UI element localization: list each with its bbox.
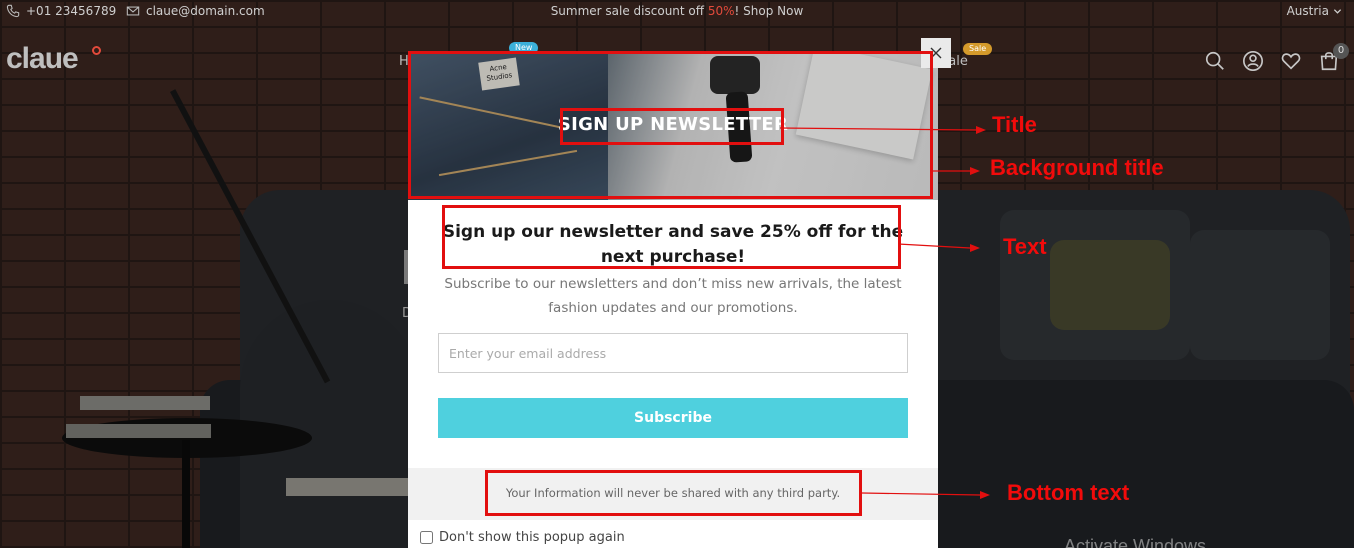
annotation-arrow-title xyxy=(780,126,986,134)
annotation-label-text: Text xyxy=(1003,234,1047,259)
top-bar: +01 23456789 claue@domain.com Summer sal… xyxy=(0,0,1354,22)
annotation-arrow-bottom-text xyxy=(862,491,990,499)
os-activation-watermark: Activate Windows xyxy=(1064,536,1207,548)
promo-text-prefix: Summer sale discount off xyxy=(550,4,708,18)
subscribe-button[interactable]: Subscribe xyxy=(438,398,908,438)
dont-show-again-option[interactable]: Don't show this popup again xyxy=(420,530,625,545)
chevron-down-icon xyxy=(1333,8,1342,14)
annotation-label-bottom-text: Bottom text xyxy=(1007,480,1130,505)
annotation-arrow-text xyxy=(898,243,980,252)
annotation-arrow-background-title xyxy=(930,167,980,175)
header-icon-group xyxy=(1204,50,1340,72)
annotation-box-title xyxy=(560,108,784,145)
sale-badge: Sale xyxy=(963,43,993,55)
country-label: Austria xyxy=(1286,4,1329,18)
annotation-box-text xyxy=(442,205,901,269)
country-selector[interactable]: Austria xyxy=(1287,4,1342,18)
annotation-label-background-title: Background title xyxy=(990,155,1164,180)
search-icon[interactable] xyxy=(1204,50,1226,72)
promo-banner[interactable]: Summer sale discount off 50%! Shop Now xyxy=(0,4,1354,18)
annotation-box-bottom-text xyxy=(485,470,862,516)
email-field[interactable] xyxy=(438,333,908,373)
site-logo[interactable]: claue xyxy=(6,42,79,76)
wishlist-heart-icon[interactable] xyxy=(1280,50,1302,72)
logo-dot-icon xyxy=(92,46,101,55)
dont-show-again-label: Don't show this popup again xyxy=(439,530,625,545)
annotation-label-title: Title xyxy=(992,112,1037,137)
dont-show-again-checkbox[interactable] xyxy=(420,531,433,544)
cart-count-badge: 0 xyxy=(1333,43,1349,59)
promo-shop-now-link[interactable]: ! Shop Now xyxy=(735,4,804,18)
promo-percentage: 50% xyxy=(707,4,735,18)
popup-description: Subscribe to our newsletters and don’t m… xyxy=(444,276,902,316)
account-icon[interactable] xyxy=(1242,50,1264,72)
